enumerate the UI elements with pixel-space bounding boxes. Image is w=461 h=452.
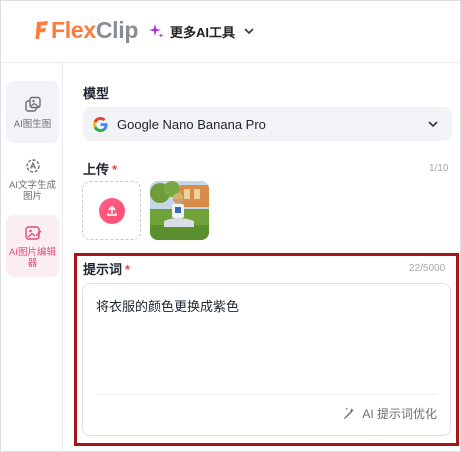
flexclip-logo[interactable]: Flex Clip: [35, 17, 138, 43]
model-select-value: Google Nano Banana Pro: [117, 116, 266, 132]
logo-text-flex: Flex: [51, 16, 96, 43]
upload-label: 上传 *: [83, 162, 118, 177]
logo-text-clip: Clip: [95, 16, 139, 43]
image-editor-icon: [24, 226, 41, 240]
magic-wand-icon: [344, 407, 355, 419]
sidebar-item-image-editor[interactable]: AI图片编辑器: [6, 215, 59, 277]
uploaded-image-thumbnail[interactable]: [150, 181, 209, 240]
header: Flex Clip 更多AI工具: [1, 1, 461, 63]
sidebar-item-label: AI图生图: [13, 118, 52, 130]
model-label: 模型: [83, 86, 110, 101]
sidebar-item-text-to-image[interactable]: AI文字生成图片: [6, 149, 59, 209]
chevron-down-icon: [428, 121, 438, 128]
prompt-textarea[interactable]: 将衣服的颜色更换成紫色 AI 提示词优化: [82, 283, 451, 436]
google-icon: [93, 116, 108, 132]
uploaded-photo: [150, 181, 209, 240]
sidebar: AI图生图 AI文字生成图片 AI图片编辑器: [1, 63, 63, 452]
upload-dropzone[interactable]: [82, 181, 141, 240]
more-ai-tools-label: 更多AI工具: [170, 24, 236, 40]
chevron-down-icon: [244, 28, 254, 35]
upload-button[interactable]: [98, 197, 125, 224]
logo-mark-icon: [35, 19, 50, 41]
required-mark: *: [112, 162, 118, 177]
more-ai-tools-dropdown[interactable]: 更多AI工具: [147, 20, 255, 42]
ai-prompt-optimize-label: AI 提示词优化: [362, 407, 437, 421]
image-to-image-icon: [24, 96, 41, 112]
sparkle-icon: [149, 24, 164, 38]
app-window: Flex Clip 更多AI工具 AI图生图 AI文字生成图片 AI图片编辑器 …: [0, 0, 461, 452]
required-mark: *: [125, 262, 131, 277]
upload-icon: [106, 205, 117, 216]
prompt-label: 提示词 *: [83, 262, 131, 277]
text-to-image-icon: [25, 159, 40, 173]
ai-prompt-optimize-button[interactable]: AI 提示词优化: [342, 405, 437, 422]
upload-counter: 1/10: [429, 163, 449, 174]
sidebar-item-label: AI文字生成图片: [9, 180, 56, 202]
sidebar-item-image-to-image[interactable]: AI图生图: [6, 81, 59, 143]
sidebar-item-label: AI图片编辑器: [9, 247, 56, 269]
model-select[interactable]: Google Nano Banana Pro: [83, 107, 452, 141]
prompt-text[interactable]: 将衣服的颜色更换成紫色: [96, 296, 239, 315]
divider: [96, 394, 437, 395]
prompt-counter: 22/5000: [409, 263, 446, 274]
